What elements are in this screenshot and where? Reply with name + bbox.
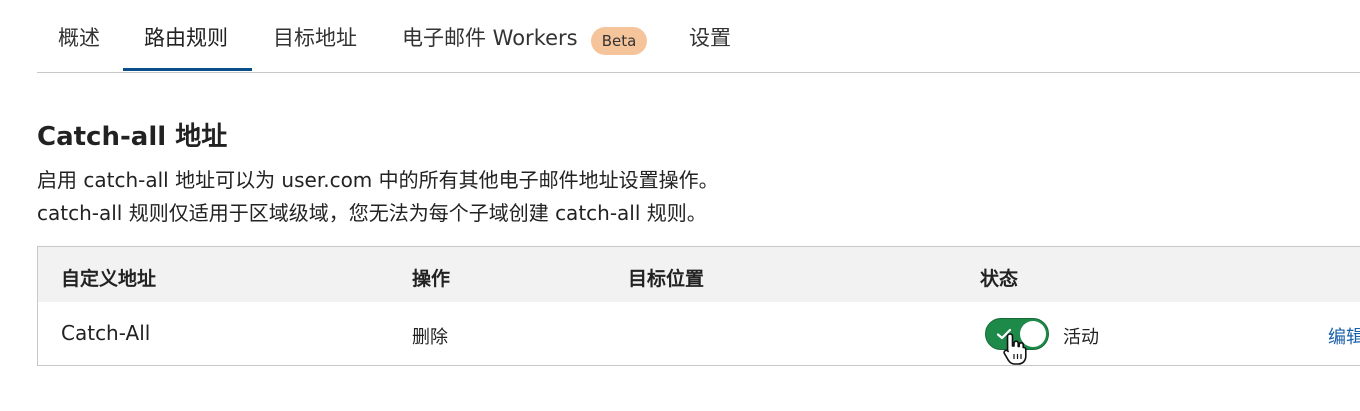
edit-link[interactable]: 编辑 [1328,323,1360,349]
table-row: Catch-All 删除 活动 编辑 [38,302,1360,365]
tab-routing-rules[interactable]: 路由规则 [144,22,228,52]
column-header-status: 状态 [980,268,1019,290]
hand-pointer-cursor-icon [1003,333,1027,365]
beta-badge: Beta [591,27,647,55]
column-header-address: 自定义地址 [61,268,157,290]
address-cell: Catch-All [61,321,151,345]
tab-bar: 概述 路由规则 目标地址 电子邮件 Workers Beta 设置 [37,0,1360,73]
column-header-destination: 目标位置 [628,268,705,290]
table-header: 自定义地址 操作 目标位置 状态 [38,247,1360,302]
section-description-line1: 启用 catch-all 地址可以为 user.com 中的所有其他电子邮件地址… [37,168,719,192]
tab-overview[interactable]: 概述 [58,22,100,52]
section-title: Catch-all 地址 [37,122,228,152]
section-description-line2: catch-all 规则仅适用于区域级域，您无法为每个子域创建 catch-al… [37,201,707,225]
action-cell: 删除 [412,327,448,348]
tab-settings[interactable]: 设置 [689,22,731,52]
tab-destination-addresses[interactable]: 目标地址 [273,22,357,52]
column-header-action: 操作 [412,268,451,290]
catch-all-table: 自定义地址 操作 目标位置 状态 Catch-All 删除 活动 编辑 [37,246,1360,366]
active-tab-indicator [123,68,252,71]
status-label: 活动 [1063,327,1099,348]
tab-email-workers[interactable]: 电子邮件 Workers [402,22,578,52]
